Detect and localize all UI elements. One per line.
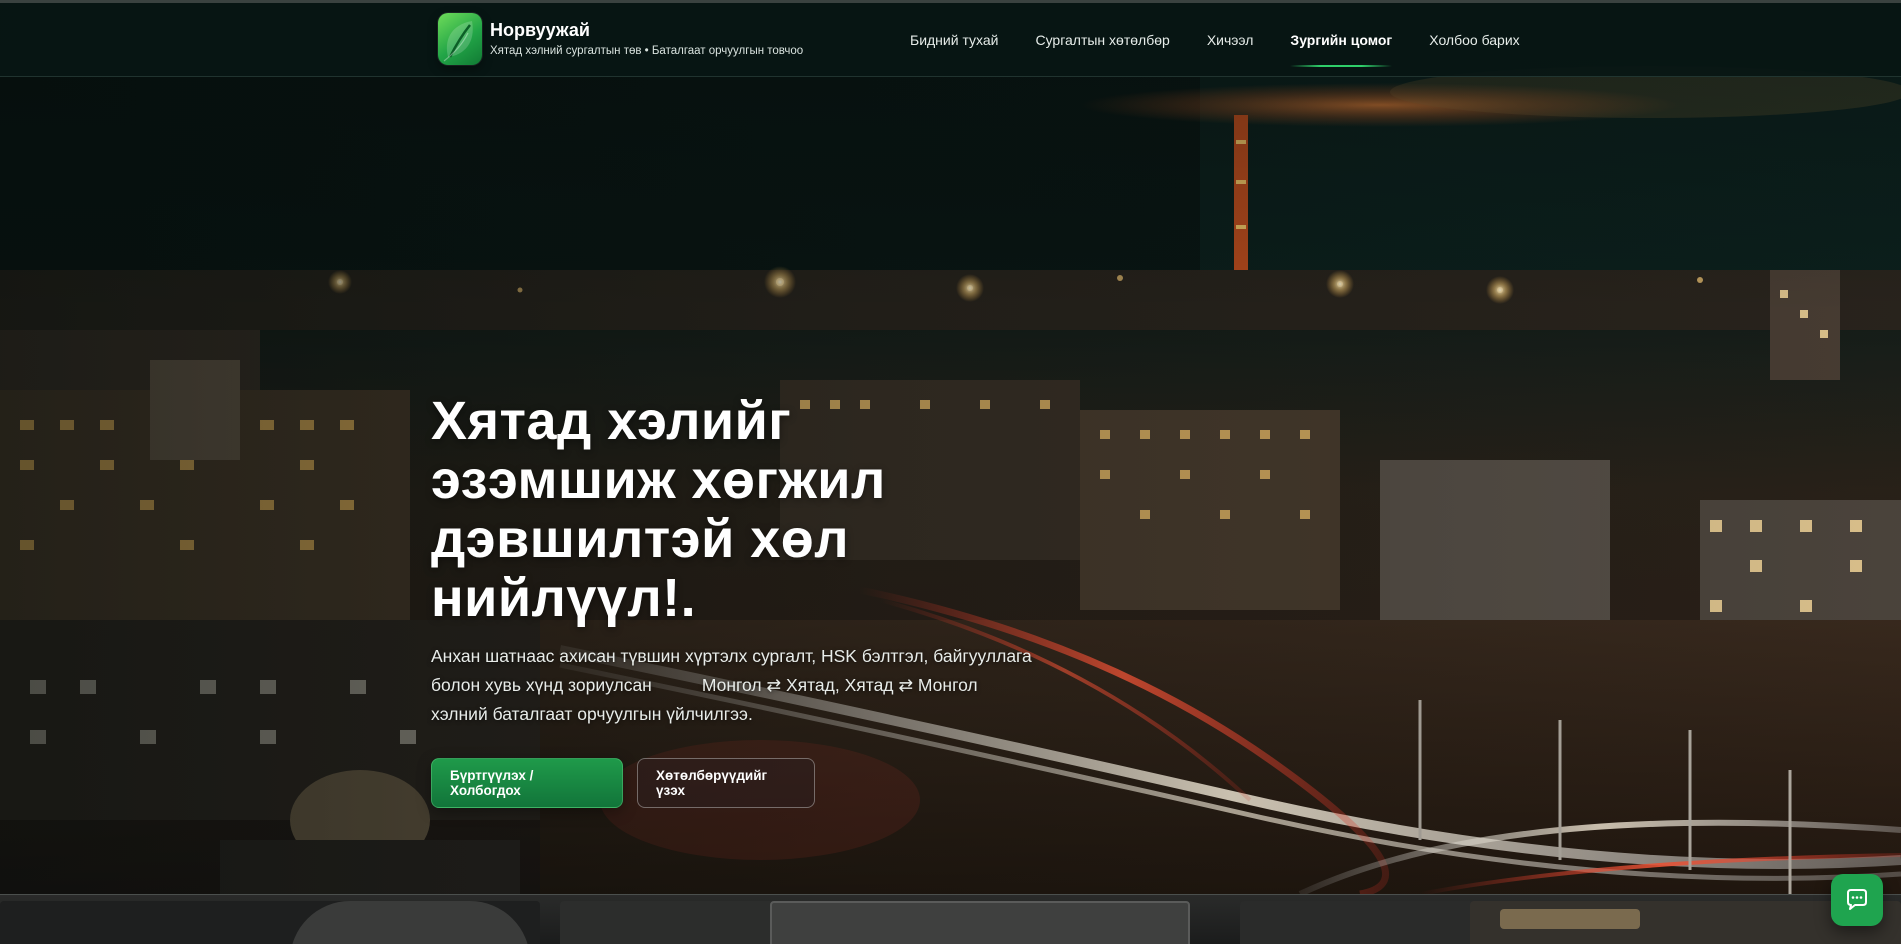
brand-text: Норвуужай Хятад хэлний сургалтын төв • Б… (490, 13, 803, 59)
brand-link[interactable]: Норвуужай Хятад хэлний сургалтын төв • Б… (438, 13, 803, 65)
gallery-preview-arch (290, 901, 530, 944)
nav-item-about[interactable]: Бидний тухай (910, 3, 998, 77)
nav-item-gallery-label: Зургийн цомог (1290, 32, 1393, 48)
hero-lead-line-2a: болон хувь хүнд зориулсан (431, 675, 652, 695)
main-nav: Бидний тухай Сургалтын хөтөлбөр Хичээл З… (910, 3, 1557, 77)
hero-lead-line-1: Анхан шатнаас ахисан түвшин хүртэлх сург… (431, 646, 1032, 666)
hero-actions: Бүртгүүлэх / Холбогдох Хөтөлбөрүүдийг үз… (431, 758, 1051, 808)
hero-lead: Анхан шатнаас ахисан түвшин хүртэлх сург… (431, 642, 1051, 729)
brand-name: Норвуужай (490, 20, 590, 40)
nav-item-contact[interactable]: Холбоо барих (1429, 3, 1519, 77)
top-strip (0, 0, 1901, 3)
next-section-preview (0, 894, 1901, 944)
leaf-logo-icon (438, 13, 482, 65)
active-nav-underline (1290, 65, 1393, 67)
gallery-preview-frame (770, 901, 1190, 944)
landing-page: Норвуужай Хятад хэлний сургалтын төв • Б… (0, 0, 1901, 944)
site-header: Норвуужай Хятад хэлний сургалтын төв • Б… (0, 3, 1901, 77)
nav-item-lessons[interactable]: Хичээл (1207, 3, 1254, 77)
hero-lead-line-3: хэлний баталгаат орчуулгын үйлчилгээ. (431, 704, 753, 724)
chat-bubble-icon (1847, 889, 1867, 910)
brand-tagline: Хятад хэлний сургалтын төв • Баталгаат о… (490, 45, 804, 57)
nav-item-programs[interactable]: Сургалтын хөтөлбөр (1035, 3, 1169, 77)
gallery-preview-sign (1500, 909, 1640, 929)
hero-lead-line-2b: Монгол ⇄ Хятад, Хятад ⇄ Монгол (701, 675, 978, 695)
hero-title: Хятад хэлийг эзэмшиж хөгжил дэвшилтэй хө… (431, 391, 886, 628)
hero-content: Хятад хэлийг эзэмшиж хөгжил дэвшилтэй хө… (431, 392, 1051, 808)
view-programs-button[interactable]: Хөтөлбөрүүдийг үзэх (637, 758, 815, 808)
chat-button[interactable] (1831, 874, 1883, 926)
nav-item-gallery[interactable]: Зургийн цомог (1290, 3, 1393, 77)
register-contact-button[interactable]: Бүртгүүлэх / Холбогдох (431, 758, 623, 808)
